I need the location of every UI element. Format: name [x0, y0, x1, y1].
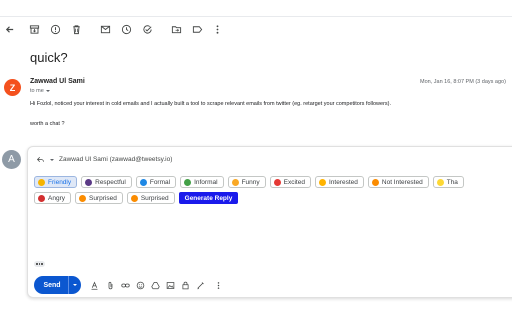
tone-chip-friendly[interactable]: Friendly: [34, 176, 78, 188]
cap-emoji-icon: [184, 178, 192, 186]
tone-chip-surprised[interactable]: Surprised: [74, 192, 123, 204]
generate-reply-button[interactable]: Generate Reply: [178, 192, 239, 204]
mark-unread-icon[interactable]: [98, 22, 112, 36]
tone-chip-surprised[interactable]: Surprised: [126, 192, 175, 204]
chevron-down-icon[interactable]: [50, 158, 54, 161]
link-icon[interactable]: [120, 280, 130, 290]
sender-name[interactable]: Zawwad Ul Sami: [30, 78, 85, 85]
delete-icon[interactable]: [69, 22, 83, 36]
tone-chips-row: Angry Surprised Surprised Generate Reply: [34, 192, 239, 204]
reply-compose-box: Zawwad Ul Sami (zawwad@tweetsy.io) Frien…: [27, 146, 512, 298]
message-toolbar: [0, 22, 512, 38]
tone-chip-not-interested[interactable]: Not Interested: [367, 176, 429, 188]
chevron-down-icon[interactable]: [45, 90, 50, 92]
lock-icon[interactable]: [180, 280, 190, 290]
angry-emoji-icon: [38, 194, 45, 202]
top-divider: [0, 16, 512, 17]
tone-chip-funny[interactable]: Funny: [227, 176, 266, 188]
reply-icon[interactable]: [36, 155, 45, 164]
emoji-icon[interactable]: [135, 280, 145, 290]
to-me-label: to me: [30, 88, 44, 94]
signature-icon[interactable]: [195, 280, 205, 290]
laughing-emoji-icon: [231, 178, 239, 186]
tone-chip-thankful[interactable]: Tha: [432, 176, 464, 188]
text-format-icon[interactable]: [89, 280, 99, 290]
tone-chip-formal[interactable]: Formal: [135, 176, 177, 188]
email-body-line: Hi Fozlol, noticed your interest in cold…: [30, 101, 392, 107]
show-trimmed-content-button[interactable]: [34, 261, 45, 267]
friendly-emoji-icon: [38, 178, 45, 186]
top-hat-emoji-icon: [85, 178, 93, 186]
thumbs-up-emoji-icon: [318, 178, 326, 186]
praying-hands-emoji-icon: [436, 178, 444, 186]
report-spam-icon[interactable]: [48, 22, 62, 36]
drive-icon[interactable]: [150, 280, 160, 290]
tone-chip-informal[interactable]: Informal: [180, 176, 224, 188]
send-button[interactable]: Send: [34, 282, 68, 289]
send-button-group: Send: [34, 276, 81, 294]
star-eyes-emoji-icon: [273, 178, 281, 186]
user-avatar: A: [2, 150, 21, 169]
surprised-emoji-icon: [78, 194, 86, 202]
email-subject: quick?: [30, 50, 68, 65]
attach-icon[interactable]: [105, 280, 115, 290]
tone-chip-excited[interactable]: Excited: [269, 176, 311, 188]
sender-avatar[interactable]: Z: [4, 79, 21, 96]
reply-header: Zawwad Ul Sami (zawwad@tweetsy.io): [36, 155, 172, 164]
email-date: Mon, Jan 16, 8:07 PM (3 days ago): [420, 79, 506, 85]
unamused-emoji-icon: [371, 178, 379, 186]
send-options-button[interactable]: [69, 284, 81, 286]
reply-recipient[interactable]: Zawwad Ul Sami (zawwad@tweetsy.io): [59, 156, 172, 163]
back-arrow-icon[interactable]: [2, 22, 16, 36]
tone-chips-row: Friendly Respectful Formal Informal Funn…: [34, 176, 464, 188]
tone-chip-angry[interactable]: Angry: [34, 192, 71, 204]
tone-chip-respectful[interactable]: Respectful: [81, 176, 132, 188]
add-task-icon[interactable]: [140, 22, 154, 36]
recipient-details[interactable]: to me: [30, 88, 50, 94]
chart-emoji-icon: [139, 178, 147, 186]
move-to-icon[interactable]: [169, 22, 183, 36]
tone-chip-interested[interactable]: Interested: [314, 176, 364, 188]
snooze-icon[interactable]: [119, 22, 133, 36]
email-body-line: worth a chat ?: [30, 121, 65, 127]
surprised-emoji-icon: [130, 194, 138, 202]
photo-icon[interactable]: [165, 280, 175, 290]
more-vert-icon[interactable]: [210, 22, 224, 36]
archive-icon[interactable]: [27, 22, 41, 36]
chevron-down-icon: [73, 284, 77, 286]
label-icon[interactable]: [190, 22, 204, 36]
more-vert-icon[interactable]: [213, 280, 223, 290]
